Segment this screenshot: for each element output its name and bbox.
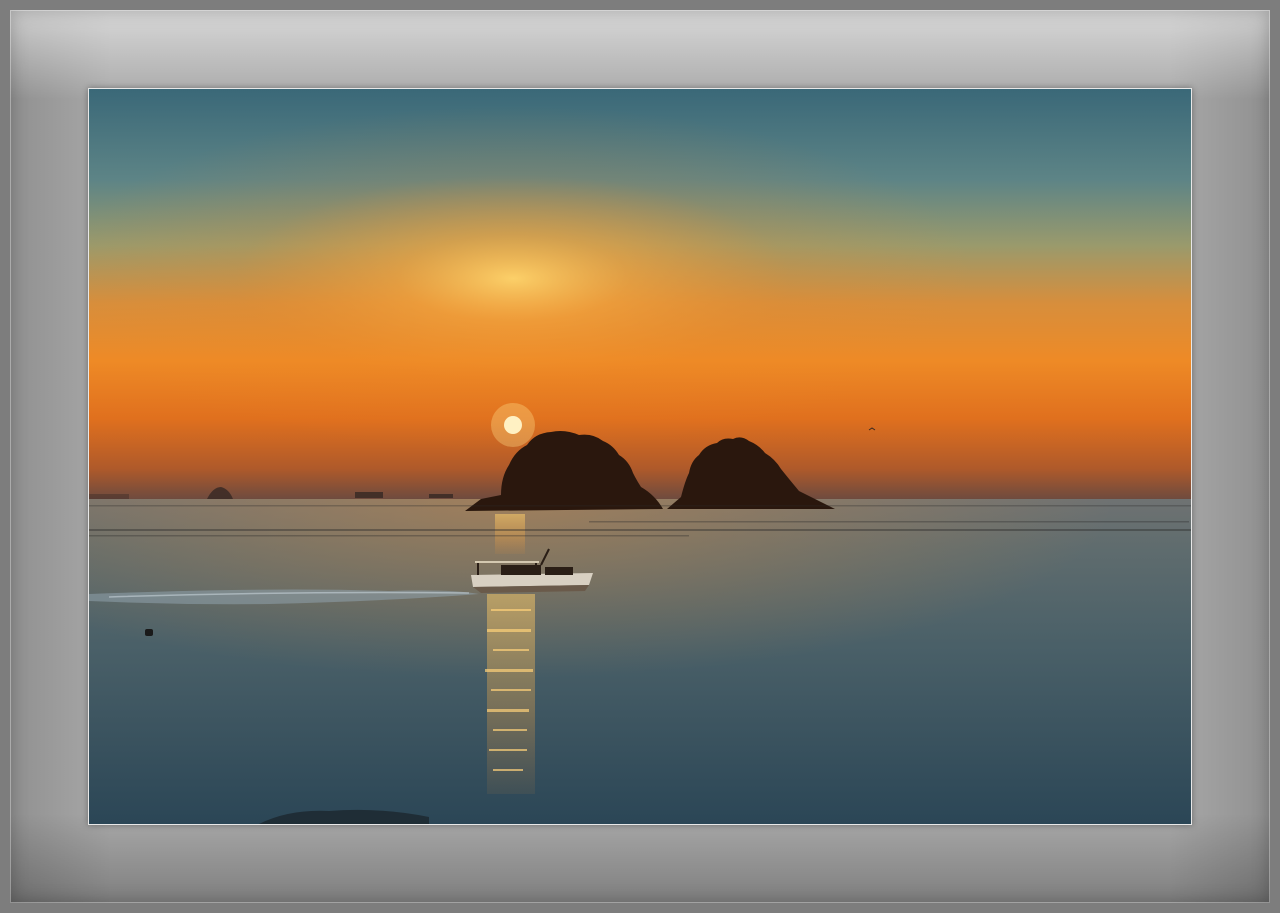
sunset-photo bbox=[89, 89, 1191, 824]
photo-border bbox=[88, 88, 1192, 825]
buoy bbox=[145, 629, 153, 636]
